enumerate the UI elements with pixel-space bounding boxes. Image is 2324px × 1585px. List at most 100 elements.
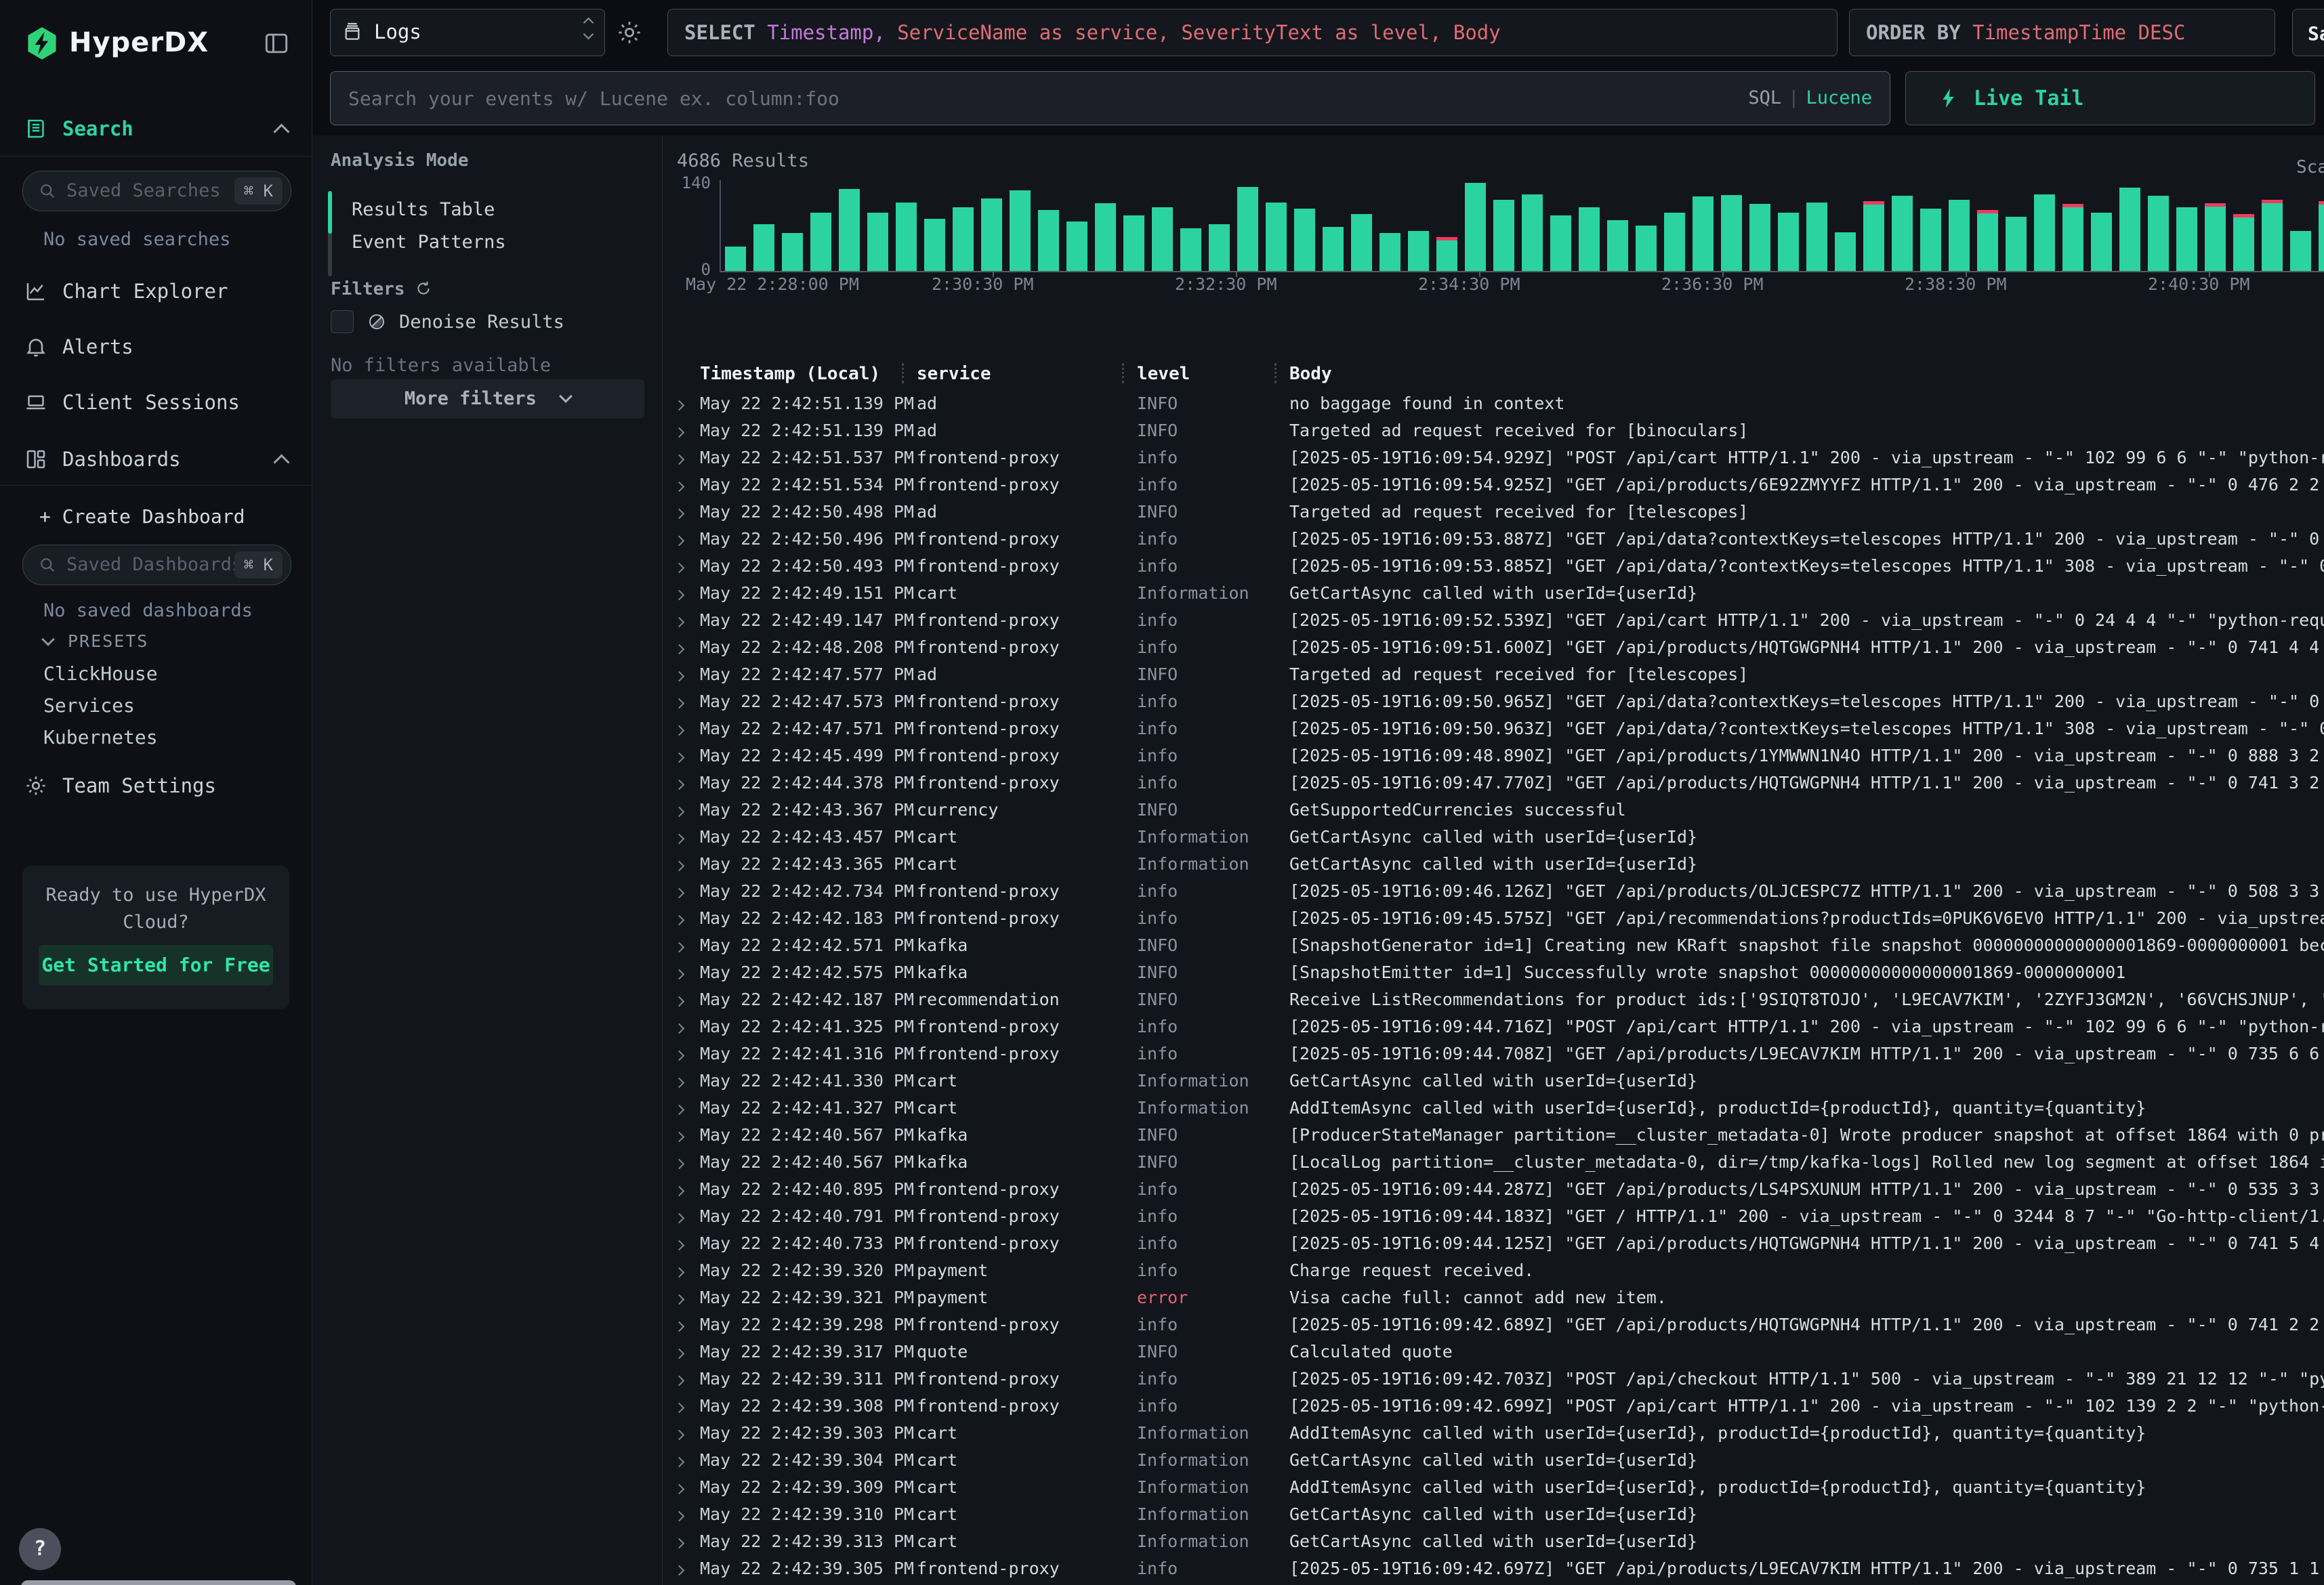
table-row[interactable]: May 22 2:42:51.534 PMfrontend-proxyinfo[… — [663, 471, 2324, 499]
histogram-bar[interactable] — [1806, 203, 1827, 271]
histogram-bar[interactable] — [1664, 213, 1685, 271]
create-dashboard-button[interactable]: + Create Dashboard — [39, 505, 245, 528]
histogram-bar[interactable] — [1892, 196, 1913, 271]
histogram-bar[interactable] — [1778, 213, 1799, 271]
histogram-bar[interactable] — [1835, 232, 1856, 271]
histogram-bar[interactable] — [1949, 200, 1970, 271]
bottom-popup-partial[interactable] — [21, 1580, 296, 1585]
sql-mode-toggle[interactable]: SQL — [1748, 87, 1781, 108]
histogram-bar[interactable] — [2176, 207, 2197, 271]
sidebar-item-alerts[interactable]: Alerts — [0, 325, 312, 368]
histogram-bar[interactable] — [1408, 231, 1429, 271]
results-histogram[interactable] — [720, 180, 2324, 272]
histogram-bar[interactable] — [2034, 194, 2055, 271]
expand-row-icon[interactable] — [674, 482, 685, 492]
expand-row-icon[interactable] — [674, 509, 685, 520]
expand-row-icon[interactable] — [674, 1376, 685, 1387]
expand-row-icon[interactable] — [674, 590, 685, 601]
table-row[interactable]: May 22 2:42:42.187 PMrecommendationINFOR… — [663, 986, 2324, 1013]
histogram-bar[interactable] — [1095, 203, 1116, 271]
histogram-bar[interactable] — [896, 203, 917, 271]
table-row[interactable]: May 22 2:42:47.573 PMfrontend-proxyinfo[… — [663, 688, 2324, 715]
histogram-bar[interactable] — [839, 189, 860, 271]
table-row[interactable]: May 22 2:42:39.308 PMfrontend-proxyinfo[… — [663, 1393, 2324, 1420]
sidebar-item-search[interactable]: Search — [0, 107, 312, 150]
table-row[interactable]: May 22 2:42:39.303 PMcartInformationAddI… — [663, 1420, 2324, 1447]
expand-row-icon[interactable] — [674, 1484, 685, 1495]
table-row[interactable]: May 22 2:42:43.367 PMcurrencyINFOGetSupp… — [663, 797, 2324, 824]
expand-row-icon[interactable] — [674, 1051, 685, 1061]
expand-row-icon[interactable] — [674, 1267, 685, 1278]
expand-row-icon[interactable] — [674, 1213, 685, 1224]
expand-row-icon[interactable] — [674, 617, 685, 628]
table-row[interactable]: May 22 2:42:40.567 PMkafkaINFO[LocalLog … — [663, 1149, 2324, 1176]
select-query-input[interactable]: SELECT Timestamp, ServiceName as service… — [667, 9, 1838, 56]
table-row[interactable]: May 22 2:42:39.305 PMfrontend-proxyinfo[… — [663, 1555, 2324, 1582]
sidebar-collapse-icon[interactable] — [262, 28, 291, 58]
live-tail-button[interactable]: Live Tail — [1905, 71, 2315, 125]
saved-searches-input[interactable]: Saved Searches ⌘ K — [22, 171, 291, 211]
table-row[interactable]: May 22 2:42:51.139 PMadINFOno baggage fo… — [663, 390, 2324, 417]
preset-item-kubernetes[interactable]: Kubernetes — [43, 726, 158, 748]
table-row[interactable]: May 22 2:42:43.457 PMcartInformationGetC… — [663, 824, 2324, 851]
table-row[interactable]: May 22 2:42:40.791 PMfrontend-proxyinfo[… — [663, 1203, 2324, 1230]
expand-row-icon[interactable] — [674, 455, 685, 465]
table-row[interactable]: May 22 2:42:41.330 PMcartInformationGetC… — [663, 1068, 2324, 1095]
expand-row-icon[interactable] — [674, 427, 685, 438]
table-row[interactable]: May 22 2:42:50.496 PMfrontend-proxyinfo[… — [663, 526, 2324, 553]
histogram-bar[interactable] — [2319, 201, 2324, 271]
expand-row-icon[interactable] — [674, 834, 685, 845]
histogram-bar[interactable] — [2091, 213, 2112, 271]
histogram-bar[interactable] — [753, 224, 774, 271]
expand-row-icon[interactable] — [674, 1457, 685, 1468]
expand-row-icon[interactable] — [674, 942, 685, 953]
table-row[interactable]: May 22 2:42:49.151 PMcartInformationGetC… — [663, 580, 2324, 607]
column-header-body[interactable]: Body — [1289, 359, 2324, 389]
denoise-checkbox[interactable] — [331, 310, 354, 333]
expand-row-icon[interactable] — [674, 400, 685, 411]
tab-event-patterns[interactable]: Event Patterns — [352, 232, 506, 253]
expand-row-icon[interactable] — [674, 1349, 685, 1359]
histogram-bar[interactable] — [1693, 196, 1714, 271]
histogram-bar[interactable] — [1607, 220, 1628, 271]
histogram-bar[interactable] — [1636, 226, 1657, 271]
column-header-service[interactable]: service — [917, 359, 1137, 389]
table-row[interactable]: May 22 2:42:39.313 PMcartInformationGetC… — [663, 1528, 2324, 1555]
expand-row-icon[interactable] — [674, 1023, 685, 1034]
histogram-bar[interactable] — [1066, 221, 1087, 271]
histogram-bar[interactable] — [1493, 200, 1514, 271]
expand-row-icon[interactable] — [674, 861, 685, 872]
histogram-bar[interactable] — [867, 213, 888, 271]
expand-row-icon[interactable] — [674, 753, 685, 763]
histogram-bar[interactable] — [981, 198, 1002, 271]
histogram-bar[interactable] — [953, 207, 974, 271]
histogram-bar[interactable] — [2262, 200, 2283, 271]
expand-row-icon[interactable] — [674, 1078, 685, 1089]
help-button[interactable]: ? — [19, 1528, 61, 1570]
column-resize-handle[interactable] — [1274, 363, 1277, 383]
table-row[interactable]: May 22 2:42:41.316 PMfrontend-proxyinfo[… — [663, 1040, 2324, 1068]
column-header-timestamp[interactable]: Timestamp (Local) — [700, 359, 917, 389]
lucene-mode-toggle[interactable]: Lucene — [1806, 87, 1872, 108]
histogram-bar[interactable] — [1579, 207, 1600, 271]
preset-item-clickhouse[interactable]: ClickHouse — [43, 662, 158, 685]
expand-row-icon[interactable] — [674, 1186, 685, 1197]
histogram-bar[interactable] — [1550, 215, 1571, 271]
table-row[interactable]: May 22 2:42:39.321 PMpaymenterrorVisa ca… — [663, 1284, 2324, 1311]
table-row[interactable]: May 22 2:42:43.365 PMcartInformationGetC… — [663, 851, 2324, 878]
table-row[interactable]: May 22 2:42:39.304 PMcartInformationGetC… — [663, 1447, 2324, 1474]
expand-row-icon[interactable] — [674, 915, 685, 926]
histogram-bar[interactable] — [1749, 204, 1770, 271]
table-row[interactable]: May 22 2:42:39.320 PMpaymentinfoCharge r… — [663, 1257, 2324, 1284]
more-filters-button[interactable]: More filters — [331, 379, 644, 419]
table-row[interactable]: May 22 2:42:40.567 PMkafkaINFO[ProducerS… — [663, 1122, 2324, 1149]
expand-row-icon[interactable] — [674, 996, 685, 1007]
histogram-bar[interactable] — [810, 213, 831, 271]
table-row[interactable]: May 22 2:42:39.298 PMfrontend-proxyinfo[… — [663, 1311, 2324, 1338]
histogram-bar[interactable] — [1237, 187, 1258, 271]
table-row[interactable]: May 22 2:42:40.733 PMfrontend-proxyinfo[… — [663, 1230, 2324, 1257]
expand-row-icon[interactable] — [674, 1511, 685, 1522]
expand-row-icon[interactable] — [674, 969, 685, 980]
histogram-bar[interactable] — [2148, 196, 2169, 271]
preset-item-services[interactable]: Services — [43, 694, 135, 717]
